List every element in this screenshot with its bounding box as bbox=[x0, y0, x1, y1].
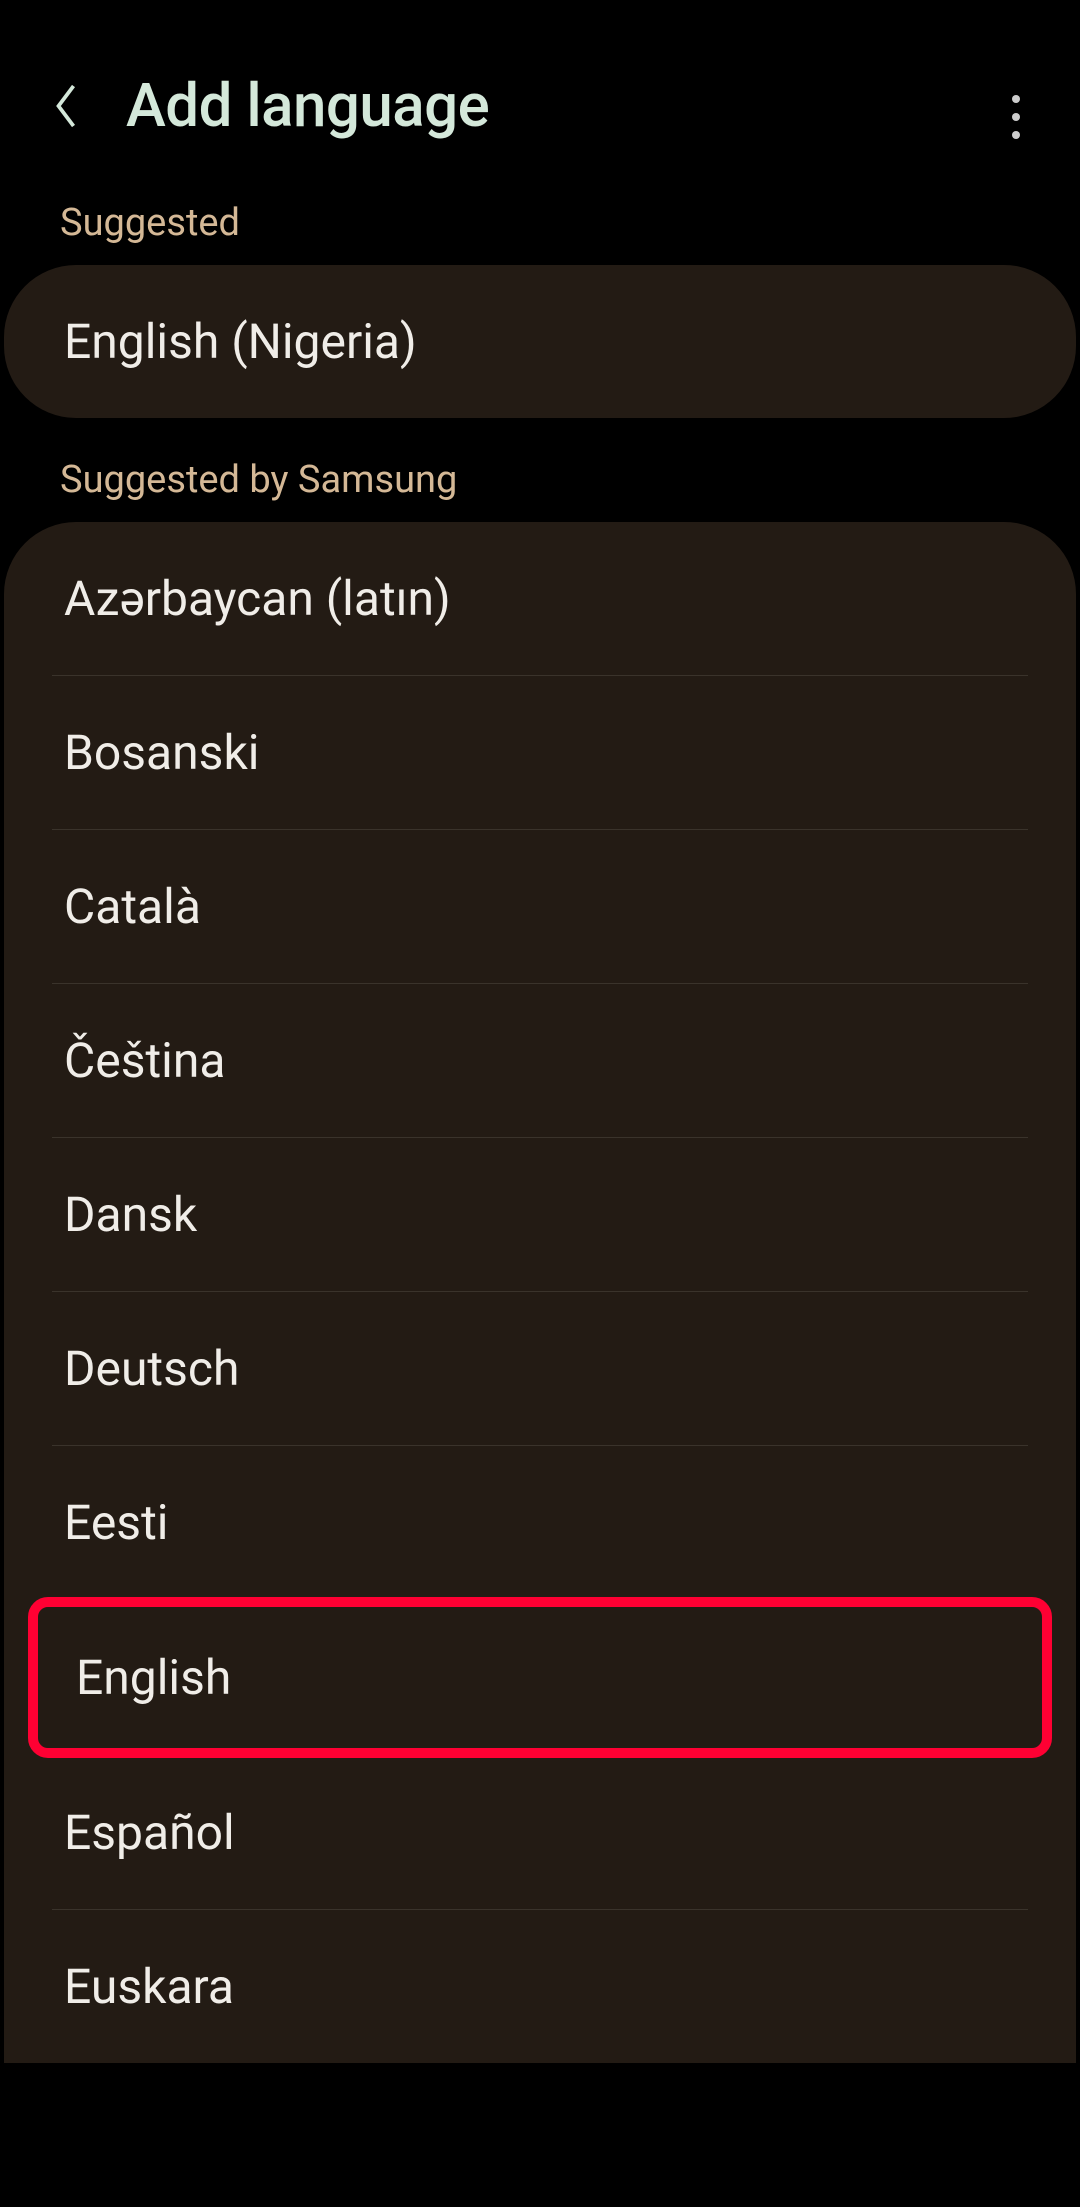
header-bar: Add language bbox=[0, 0, 1080, 181]
highlighted-item: English bbox=[28, 1597, 1052, 1758]
language-item-azerbaycan[interactable]: Azərbaycan (latın) bbox=[4, 522, 1076, 675]
language-item-cestina[interactable]: Čeština bbox=[4, 984, 1076, 1137]
samsung-card: Azərbaycan (latın) Bosanski Català Češti… bbox=[4, 522, 1076, 2063]
language-item-dansk[interactable]: Dansk bbox=[4, 1138, 1076, 1291]
language-item-english-nigeria[interactable]: English (Nigeria) bbox=[4, 265, 1076, 418]
section-header-samsung: Suggested by Samsung bbox=[0, 418, 1080, 522]
language-item-english[interactable]: English bbox=[38, 1607, 1042, 1748]
page-title: Add language bbox=[126, 70, 489, 141]
language-item-catala[interactable]: Català bbox=[4, 830, 1076, 983]
section-header-suggested: Suggested bbox=[0, 181, 1080, 265]
suggested-card: English (Nigeria) bbox=[4, 265, 1076, 418]
language-item-bosanski[interactable]: Bosanski bbox=[4, 676, 1076, 829]
back-icon[interactable] bbox=[46, 86, 86, 126]
language-item-deutsch[interactable]: Deutsch bbox=[4, 1292, 1076, 1445]
language-item-euskara[interactable]: Euskara bbox=[4, 1910, 1076, 2063]
language-item-espanol[interactable]: Español bbox=[4, 1756, 1076, 1909]
language-item-eesti[interactable]: Eesti bbox=[4, 1446, 1076, 1599]
more-options-icon[interactable] bbox=[1002, 85, 1030, 149]
